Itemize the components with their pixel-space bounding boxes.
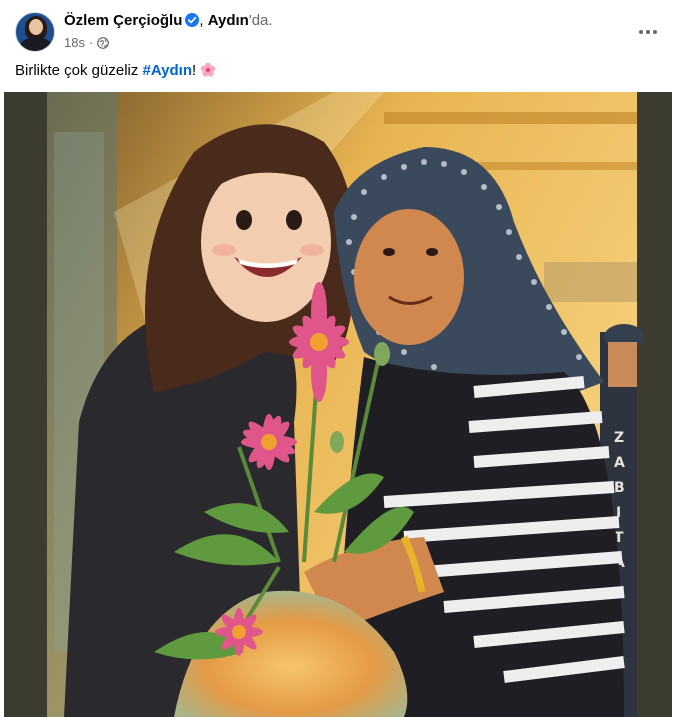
author-name[interactable]: Özlem Çerçioğlu	[64, 12, 182, 29]
avatar-body	[20, 37, 52, 51]
author-line: Özlem Çerçioğlu , Aydın'da.	[64, 12, 273, 29]
facebook-post: Özlem Çerçioğlu , Aydın'da. 18s · Birlikt…	[0, 0, 676, 717]
caption-end: !	[192, 62, 197, 79]
pink-flower-emoji	[200, 62, 216, 77]
caption-text: Birlikte çok güzeliz	[15, 62, 143, 79]
svg-text:B: B	[614, 480, 625, 496]
post-header: Özlem Çerçioğlu , Aydın'da. 18s ·	[0, 0, 676, 60]
avatar-face	[29, 19, 43, 35]
svg-text:A: A	[614, 455, 625, 471]
illustration: ZAB ITA	[4, 92, 672, 717]
more-options-icon[interactable]	[634, 18, 662, 46]
post-meta: 18s ·	[64, 35, 110, 50]
post-image[interactable]: ZAB ITA	[4, 92, 672, 717]
post-timestamp[interactable]: 18s	[64, 35, 85, 50]
more-dot	[639, 30, 643, 34]
location-suffix: 'da.	[248, 12, 273, 29]
more-dot	[646, 30, 650, 34]
hashtag-link[interactable]: #Aydın	[143, 62, 192, 79]
author-avatar[interactable]	[15, 12, 55, 52]
more-dot	[653, 30, 657, 34]
location-prefix: ,	[199, 12, 208, 29]
verified-badge-icon[interactable]	[185, 13, 200, 27]
meta-separator: ·	[88, 35, 94, 50]
post-caption: Birlikte çok güzeliz #Aydın!	[15, 62, 216, 79]
location-link[interactable]: Aydın	[208, 12, 249, 29]
globe-icon[interactable]	[97, 37, 110, 49]
flower	[215, 608, 263, 656]
svg-text:Z: Z	[614, 430, 624, 446]
